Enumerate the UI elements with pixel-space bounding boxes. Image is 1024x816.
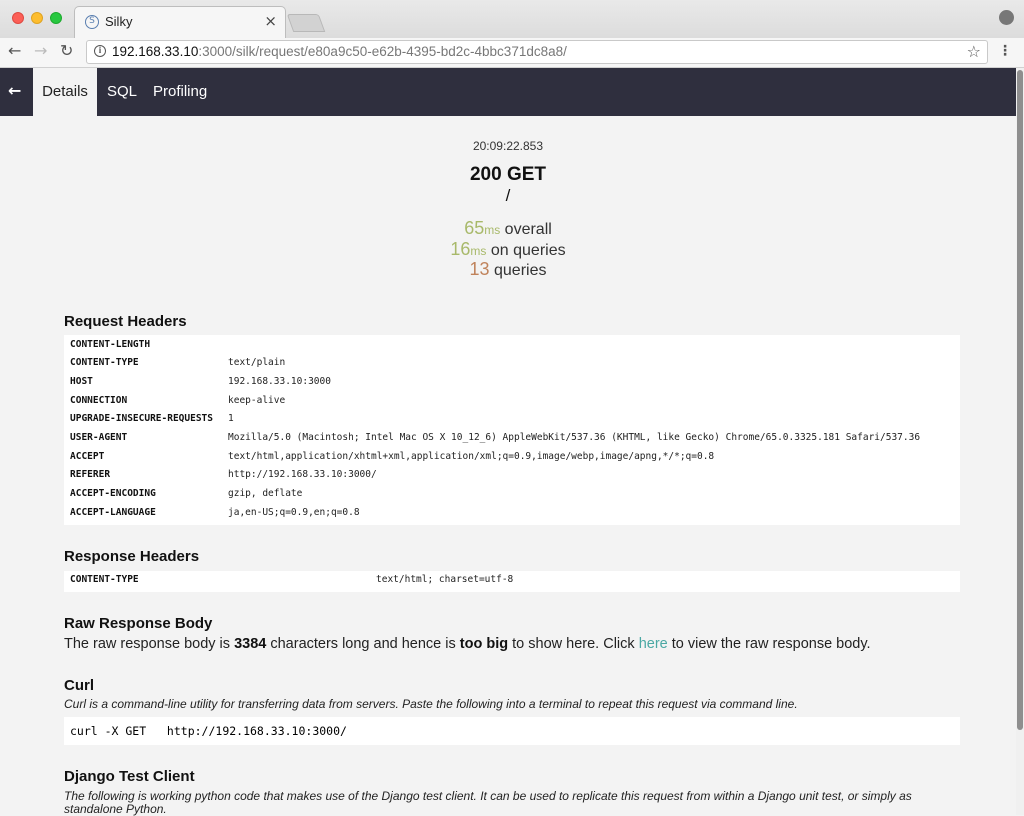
tab-details[interactable]: Details [33, 68, 97, 116]
tab-profiling[interactable]: Profiling [153, 68, 207, 116]
bookmark-star-icon[interactable]: ☆ [967, 42, 981, 61]
tab-sql[interactable]: SQL [107, 68, 137, 116]
request-headers-table: CONTENT-LENGTH CONTENT-TYPE text/plain HO… [64, 335, 960, 525]
silk-favicon-icon: S [85, 15, 99, 29]
tab-close-icon[interactable]: × [264, 12, 277, 30]
back-arrow-icon[interactable]: ← [8, 81, 21, 100]
tab-title: Silky [105, 14, 133, 29]
browser-forward-icon[interactable]: → [34, 41, 47, 60]
request-path: / [505, 186, 511, 205]
response-headers-heading: Response Headers [64, 548, 200, 565]
request-status: 200 GET [469, 164, 547, 185]
django-description: The following is working python code tha… [64, 789, 912, 816]
browser-titlebar: S Silky × [0, 0, 1024, 38]
url-text: 192.168.33.10:3000/silk/request/e80a9c50… [112, 44, 567, 59]
maximize-window-button[interactable] [50, 12, 62, 24]
curl-description: Curl is a command-line utility for trans… [64, 697, 798, 711]
raw-body-link[interactable]: here [639, 636, 668, 652]
request-time: 20:09:22.853 [472, 139, 544, 153]
raw-response-heading: Raw Response Body [64, 615, 213, 632]
query-time-metric: 16ms on queries [450, 239, 566, 259]
query-count-metric: 13 queries [469, 259, 547, 279]
scrollbar-thumb[interactable] [1017, 70, 1023, 730]
minimize-window-button[interactable] [31, 12, 43, 24]
close-window-button[interactable] [12, 12, 24, 24]
overall-time-metric: 65ms overall [464, 218, 552, 238]
browser-tab[interactable]: S Silky × [74, 6, 286, 38]
curl-heading: Curl [64, 677, 94, 694]
page-scrollbar[interactable] [1016, 68, 1024, 815]
curl-command-box[interactable]: curl -X GET http://192.168.33.10:3000/ [64, 717, 960, 745]
address-bar[interactable]: i 192.168.33.10:3000/silk/request/e80a9c… [86, 40, 988, 64]
profile-icon[interactable] [999, 10, 1014, 25]
info-icon[interactable]: i [94, 45, 106, 57]
django-heading: Django Test Client [64, 768, 195, 785]
request-headers-heading: Request Headers [64, 313, 187, 330]
new-tab-button[interactable] [286, 14, 326, 32]
browser-toolbar: ← → ↻ i 192.168.33.10:3000/silk/request/… [0, 38, 1024, 68]
curl-command: curl -X GET http://192.168.33.10:3000/ [70, 724, 347, 738]
reload-icon[interactable]: ↻ [60, 41, 73, 60]
browser-menu-icon[interactable]: ⋮ [998, 43, 1012, 59]
raw-response-text: The raw response body is 3384 characters… [64, 636, 871, 652]
browser-back-icon[interactable]: ← [8, 41, 21, 60]
app-navbar: ← Details SQL Profiling [0, 68, 1016, 116]
response-headers-table: CONTENT-TYPE text/html; charset=utf-8 [64, 571, 960, 592]
